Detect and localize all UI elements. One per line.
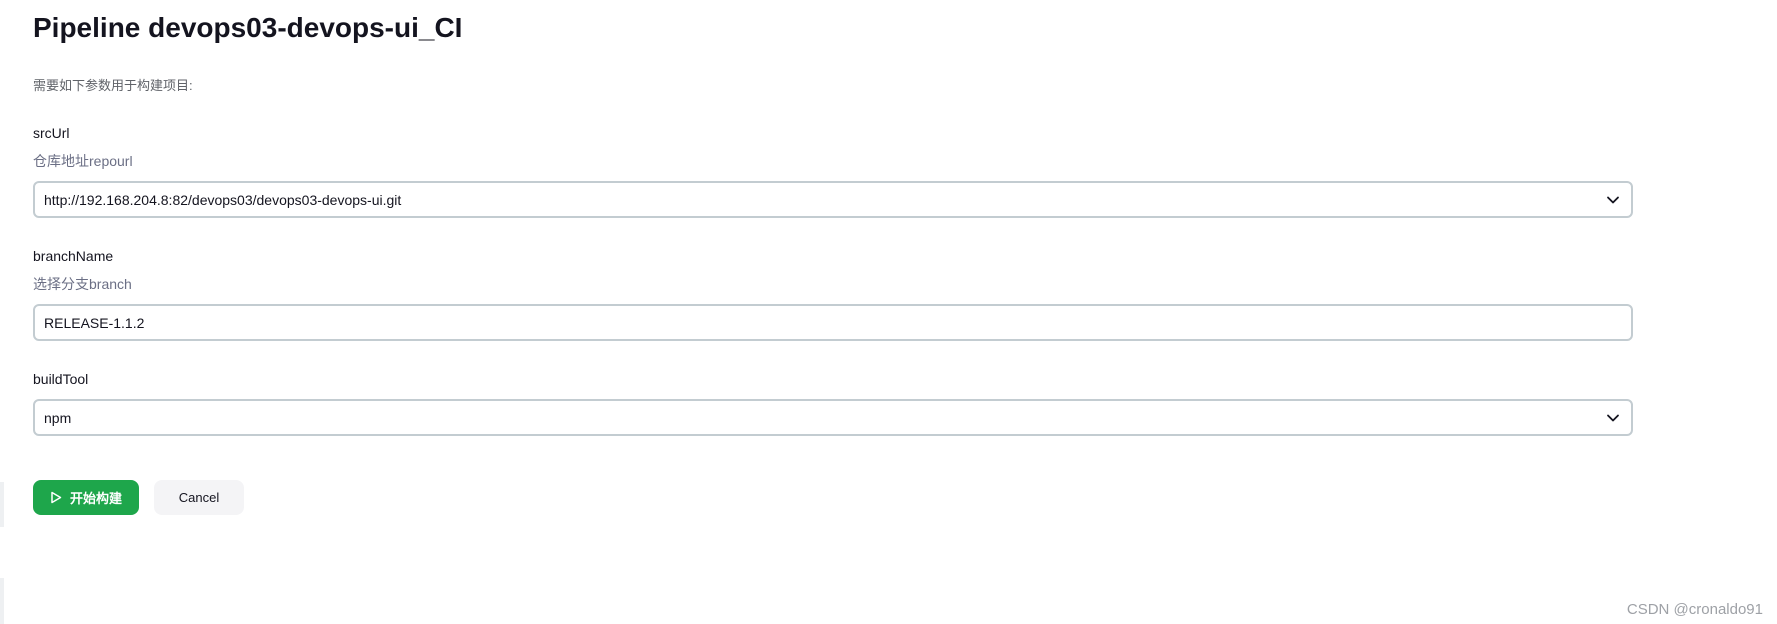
page: Pipeline devops03-devops-ui_CI 需要如下参数用于构… <box>0 0 1777 624</box>
param-description-branchname: 选择分支branch <box>33 276 132 292</box>
form-intro: 需要如下参数用于构建项目: <box>33 78 193 93</box>
param-label-srcurl: srcUrl <box>33 125 70 141</box>
left-edge-divider <box>0 482 4 527</box>
param-label-branchname: branchName <box>33 248 114 264</box>
srcurl-selected-value: http://192.168.204.8:82/devops03/devops0… <box>44 191 402 208</box>
start-build-button[interactable]: 开始构建 <box>33 480 139 515</box>
branchname-value: RELEASE-1.1.2 <box>44 314 145 331</box>
page-title: Pipeline devops03-devops-ui_CI <box>33 12 463 43</box>
param-label-buildtool: buildTool <box>33 371 89 387</box>
chevron-down-icon <box>1605 192 1621 208</box>
cancel-button[interactable]: Cancel <box>154 480 244 515</box>
buildtool-selected-value: npm <box>44 409 72 426</box>
play-icon <box>50 491 62 504</box>
left-edge-divider <box>0 578 4 624</box>
buildtool-select[interactable]: npm <box>33 399 1633 436</box>
chevron-down-icon <box>1605 410 1621 426</box>
start-build-label: 开始构建 <box>69 491 122 506</box>
cancel-label: Cancel <box>178 490 220 505</box>
srcurl-select[interactable]: http://192.168.204.8:82/devops03/devops0… <box>33 181 1633 218</box>
branchname-input[interactable]: RELEASE-1.1.2 <box>33 304 1633 341</box>
watermark: CSDN @cronaldo91 <box>1626 601 1763 618</box>
param-description-srcurl: 仓库地址repourl <box>33 153 133 169</box>
